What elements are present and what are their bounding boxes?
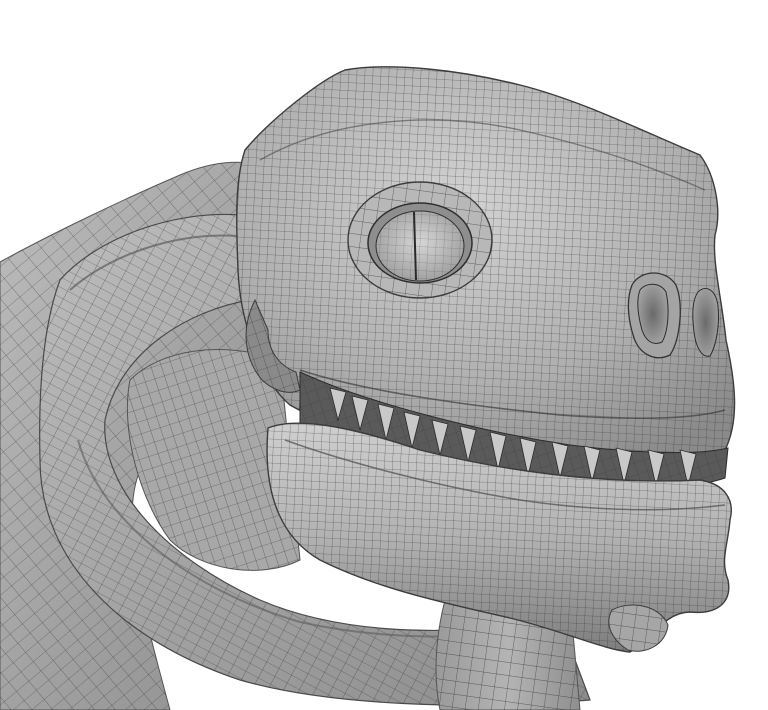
eye (347, 181, 493, 299)
wireframe-render (0, 0, 768, 710)
viewport (0, 0, 768, 710)
